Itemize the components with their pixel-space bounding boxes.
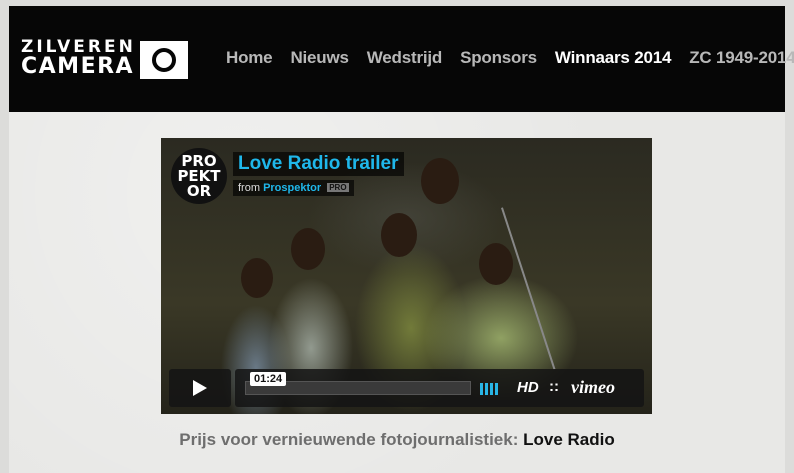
volume-bar (495, 383, 498, 395)
volume-bar (490, 383, 493, 395)
page-frame: ZILVEREN CAMERA Home Nieuws Wedstrijd Sp… (9, 6, 794, 473)
control-bar: 01:24 HD :: vimeo (235, 369, 644, 407)
main-navigation: Home Nieuws Wedstrijd Sponsors Winnaars … (226, 48, 794, 72)
camera-logo-icon (140, 41, 188, 79)
lens-ring-icon (152, 48, 176, 72)
volume-bar (480, 383, 483, 395)
progress-bar[interactable]: 01:24 (245, 372, 471, 395)
caption-prefix: Prijs voor vernieuwende fotojournalistie… (179, 430, 519, 449)
pro-badge: PRO (327, 183, 349, 192)
video-figure (381, 213, 417, 257)
time-tooltip: 01:24 (250, 372, 287, 386)
volume-bar (485, 383, 488, 395)
volume-control[interactable] (480, 383, 506, 395)
nav-wedstrijd[interactable]: Wedstrijd (367, 48, 443, 72)
award-caption: Prijs voor vernieuwende fotojournalistie… (0, 430, 794, 450)
video-figure (421, 158, 459, 204)
video-figure (479, 243, 513, 285)
fullscreen-icon[interactable]: :: (549, 378, 559, 395)
prospektor-badge-icon[interactable]: PRO PEKT OR (171, 148, 227, 204)
vimeo-logo[interactable]: vimeo (571, 377, 615, 398)
nav-nieuws[interactable]: Nieuws (290, 48, 349, 72)
video-figure (241, 258, 273, 298)
from-label: from (238, 182, 260, 194)
video-player[interactable]: PRO PEKT OR Love Radio trailer from Pros… (161, 138, 652, 414)
logo-line-2: CAMERA (21, 54, 135, 79)
badge-text: PRO PEKT OR (177, 151, 221, 200)
nav-zc-1949-2014[interactable]: ZC 1949-2014 (689, 48, 794, 72)
play-icon (193, 380, 207, 396)
hd-button[interactable]: HD (517, 379, 539, 396)
nav-winnaars-2014[interactable]: Winnaars 2014 (555, 48, 672, 72)
site-header: ZILVEREN CAMERA Home Nieuws Wedstrijd Sp… (9, 6, 794, 112)
caption-title: Love Radio (523, 430, 615, 449)
player-controls: 01:24 HD :: vimeo (169, 369, 644, 407)
nav-home[interactable]: Home (226, 48, 273, 72)
play-button[interactable] (169, 369, 231, 407)
video-title[interactable]: Love Radio trailer (233, 152, 404, 176)
video-byline: from Prospektor PRO (233, 180, 354, 196)
video-figure (291, 228, 325, 270)
author-link[interactable]: Prospektor (263, 182, 321, 194)
nav-sponsors[interactable]: Sponsors (460, 48, 537, 72)
